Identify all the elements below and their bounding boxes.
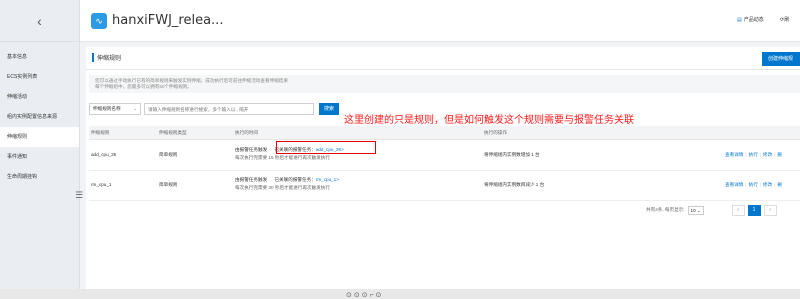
- trigger-prefix: 由报警任务触发: [235, 147, 268, 152]
- delete-link[interactable]: 删: [777, 152, 782, 157]
- column-header: 伸缩规则类型: [159, 130, 187, 135]
- product-updates-button[interactable]: ▤ 产品动态: [737, 16, 764, 23]
- column-header: 执行的时间: [235, 130, 258, 135]
- menu-collapse-icon[interactable]: ☰: [75, 190, 83, 201]
- main-panel: 伸缩规则 创建伸缩规 您可以通过手动执行已有的简单规则来触发实例伸缩，成功执行后…: [86, 47, 800, 289]
- filter-field-value: 伸缩规则名称: [93, 106, 121, 111]
- sidebar-item-lifecycle-hook[interactable]: 生命周期挂钩: [0, 167, 79, 187]
- header: ∿ hanxiFWJ_relea... ▤ 产品动态 ⟳刷: [80, 0, 800, 42]
- view-details-link[interactable]: 查看详情: [725, 152, 743, 157]
- list-icon: ▤: [737, 17, 742, 23]
- refresh-label: 刷: [784, 17, 790, 23]
- rule-type: 简单规则: [159, 152, 178, 157]
- execute-link[interactable]: 执行: [749, 182, 758, 187]
- scaling-group-icon: ∿: [91, 13, 107, 29]
- table-row: add_cpu_35 简单规则 由报警任务触发 已关联的报警任务：add_cpu…: [89, 141, 800, 171]
- alarm-task-link[interactable]: rm_cpu_1>: [316, 177, 339, 182]
- rule-name: rm_cpu_1: [91, 182, 112, 187]
- page-size-value: 10: [690, 207, 696, 213]
- chevron-left-icon: ‹: [37, 12, 42, 29]
- table-header: 伸缩规则 伸缩规则类型 执行的时间 执行的操作: [89, 126, 800, 140]
- operation: 将伸缩组内实例数增加 1 台: [484, 152, 540, 157]
- chevron-down-icon: ⌄: [133, 106, 137, 111]
- page-size-select[interactable]: 10 ⌄: [687, 205, 704, 215]
- view-details-link[interactable]: 查看详情: [725, 182, 743, 187]
- sidebar-item-event-notify[interactable]: 事件通知: [0, 147, 79, 167]
- cooldown-info: 每次执行完需要 15 秒后才能进行再次触发执行: [235, 155, 330, 160]
- operation: 将伸缩组内实例数目减少 1 台: [484, 182, 545, 187]
- sidebar-item-config-source[interactable]: 组内实例配置信息来源: [0, 107, 79, 127]
- sidebar-item-scaling-rules[interactable]: 伸缩规则: [0, 127, 79, 147]
- pagination-summary: 共有2条, 每页显示:: [646, 207, 685, 212]
- trigger-info: 由报警任务触发 已关联的报警任务：rm_cpu_1>: [235, 177, 339, 183]
- search-input[interactable]: [144, 103, 314, 115]
- column-header: 伸缩规则: [91, 130, 110, 135]
- pagination: 共有2条, 每页显示: 10 ⌄ ‹ 1 ›: [646, 204, 777, 216]
- filter-bar: 伸缩规则名称 ⌄: [89, 103, 314, 115]
- assoc-label: 已关联的报警任务：: [274, 177, 316, 182]
- table-row: rm_cpu_1 简单规则 由报警任务触发 已关联的报警任务：rm_cpu_1>…: [89, 171, 800, 201]
- search-button[interactable]: 搜索: [319, 103, 339, 115]
- section-title: 伸缩规则: [92, 53, 121, 62]
- sidebar-item-ecs-list[interactable]: ECS实例列表: [0, 67, 79, 87]
- sidebar-item-scaling-activity[interactable]: 伸缩活动: [0, 87, 79, 107]
- delete-link[interactable]: 删: [777, 182, 782, 187]
- notice-box: 您可以通过手动执行已有的简单规则来触发实例伸缩，成功执行后可前往伸缩活动查看伸缩…: [89, 75, 800, 93]
- edit-link[interactable]: 修改: [763, 182, 772, 187]
- product-updates-label: 产品动态: [743, 17, 764, 23]
- next-page-button[interactable]: ›: [763, 204, 777, 216]
- edit-link[interactable]: 修改: [763, 152, 772, 157]
- column-header: 执行的操作: [484, 130, 507, 135]
- sidebar: ‹ 基本信息 ECS实例列表 伸缩活动 组内实例配置信息来源 伸缩规则 事件通知…: [0, 0, 83, 289]
- create-rule-button[interactable]: 创建伸缩规: [762, 52, 800, 66]
- row-actions: 查看详情 | 执行 | 修改 | 删: [725, 182, 783, 187]
- annotation-text: 这里创建的只是规则，但是如何触发这个规则需要与报警任务关联: [344, 115, 634, 126]
- prev-page-button[interactable]: ‹: [731, 204, 745, 216]
- refresh-button[interactable]: ⟳刷: [780, 16, 789, 23]
- filter-field-select[interactable]: 伸缩规则名称 ⌄: [89, 103, 141, 115]
- row-actions: 查看详情 | 执行 | 修改 | 删: [725, 152, 783, 157]
- sidebar-item-basic-info[interactable]: 基本信息: [0, 47, 79, 67]
- page-button-current[interactable]: 1: [747, 204, 761, 216]
- execute-link[interactable]: 执行: [749, 152, 758, 157]
- trigger-prefix: 由报警任务触发: [235, 177, 268, 182]
- notice-line: 每个伸缩组中，您最多可以拥有50个伸缩规则。: [95, 84, 192, 89]
- back-button[interactable]: ‹: [0, 0, 79, 42]
- annotation-highlight-box: [276, 141, 376, 154]
- cooldown-info: 每次执行完需要 30 秒后才能进行再次触发执行: [235, 185, 330, 190]
- rule-type: 简单规则: [159, 182, 178, 187]
- rule-name: add_cpu_35: [91, 152, 117, 157]
- divider: [86, 69, 800, 70]
- bottom-toolbar: ⊙⊙⊙⌐⊙: [0, 289, 800, 299]
- toolbar-icons[interactable]: ⊙⊙⊙⌐⊙: [346, 291, 384, 299]
- page-title: hanxiFWJ_relea...: [112, 13, 224, 28]
